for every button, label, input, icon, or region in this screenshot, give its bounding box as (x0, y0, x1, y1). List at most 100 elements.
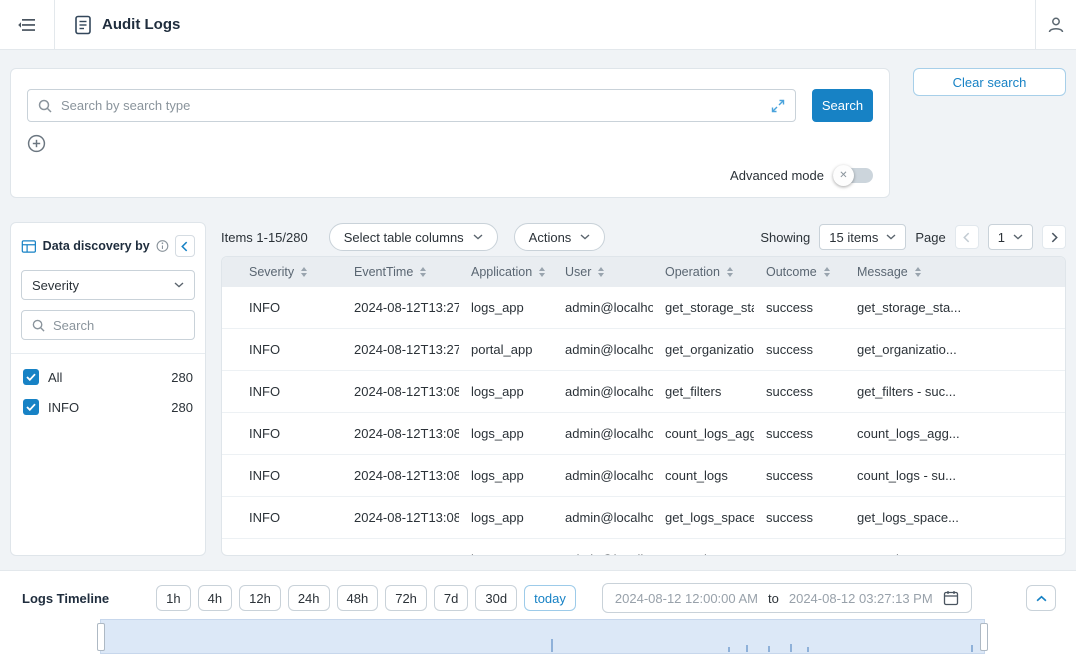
date-range-picker[interactable]: 2024-08-12 12:00:00 AM to 2024-08-12 03:… (602, 583, 972, 613)
table-row[interactable]: INFO2024-08-12T13:08:...logs_appadmin@lo… (222, 371, 1065, 413)
timeline-histogram-bar (746, 645, 748, 652)
column-header-severity[interactable]: Severity (222, 257, 342, 287)
filter-search-wrapper (21, 310, 195, 340)
filter-list: All 280 INFO 280 (11, 353, 205, 422)
filter-count: 280 (171, 370, 193, 385)
filter-item-all[interactable]: All 280 (23, 362, 193, 392)
brush-handle-right[interactable] (980, 623, 988, 651)
chevron-down-icon (886, 234, 896, 240)
range-7d-button[interactable]: 7d (434, 585, 468, 611)
table-header-row: Severity EventTime Application User Oper… (222, 257, 1065, 287)
toggle-off-icon: ✕ (833, 165, 854, 186)
table-row[interactable]: INFO2024-08-12T13:27:...logs_appadmin@lo… (222, 287, 1065, 329)
column-header-outcome[interactable]: Outcome (754, 257, 845, 287)
range-today-button[interactable]: today (524, 585, 576, 611)
user-menu-button[interactable] (1035, 0, 1076, 49)
sort-icon (420, 267, 426, 277)
sort-icon (539, 267, 545, 277)
page-select[interactable]: 1 (988, 224, 1033, 250)
table-row[interactable]: INFO2024-08-12T13:08:...logs_appadmin@lo… (222, 497, 1065, 539)
date-to: 2024-08-12 03:27:13 PM (789, 591, 933, 606)
column-header-message[interactable]: Message (845, 257, 1065, 287)
data-discovery-panel: Data discovery by Severity (10, 222, 206, 556)
chevron-left-icon (181, 241, 188, 252)
audit-logs-icon (75, 15, 92, 35)
column-header-eventtime[interactable]: EventTime (342, 257, 459, 287)
table-row[interactable]: INFO2024-08-12T13:27:...portal_appadmin@… (222, 329, 1065, 371)
timeline-histogram-bar (768, 646, 770, 652)
filter-label: All (48, 370, 62, 385)
range-24h-button[interactable]: 24h (288, 585, 330, 611)
table-row[interactable]: INFO2024-08-12T13:08:...logs_appadmin@lo… (222, 539, 1065, 557)
chevron-up-icon (1036, 595, 1047, 602)
sort-icon (824, 267, 830, 277)
timeline-histogram-bar (728, 647, 730, 652)
menu-collapse-icon (18, 18, 36, 32)
data-discovery-header: Data discovery by (21, 235, 195, 257)
range-12h-button[interactable]: 12h (239, 585, 281, 611)
select-columns-button[interactable]: Select table columns (329, 223, 498, 251)
collapse-timeline-button[interactable] (1026, 585, 1056, 611)
collapse-panel-button[interactable] (175, 235, 195, 257)
calendar-icon (943, 590, 959, 606)
search-button[interactable]: Search (812, 89, 873, 122)
table-row[interactable]: INFO2024-08-12T13:08:...logs_appadmin@lo… (222, 455, 1065, 497)
select-columns-label: Select table columns (344, 230, 464, 245)
advanced-mode-toggle[interactable]: ✕ (833, 168, 873, 183)
audit-logs-table-card: Severity EventTime Application User Oper… (221, 256, 1066, 556)
page-size-value: 15 items (829, 230, 878, 245)
main-content: Data discovery by Severity (10, 222, 1066, 556)
data-discovery-icon (21, 238, 37, 255)
checkbox-checked-icon[interactable] (23, 399, 39, 415)
actions-label: Actions (529, 230, 572, 245)
expand-search-button[interactable] (771, 99, 785, 113)
table-row[interactable]: INFO2024-08-12T13:08:...logs_appadmin@lo… (222, 413, 1065, 455)
page-size-select[interactable]: 15 items (819, 224, 906, 250)
filter-label: INFO (48, 400, 79, 415)
sort-icon (915, 267, 921, 277)
timeline-title: Logs Timeline (22, 591, 109, 606)
date-from: 2024-08-12 12:00:00 AM (615, 591, 758, 606)
brush-handle-left[interactable] (97, 623, 105, 651)
search-icon (32, 319, 45, 332)
filter-search-input[interactable] (53, 318, 184, 333)
discovery-field-select[interactable]: Severity (21, 270, 195, 300)
audit-logs-table: Severity EventTime Application User Oper… (222, 257, 1065, 556)
actions-button[interactable]: Actions (514, 223, 606, 251)
sidebar-toggle-button[interactable] (0, 0, 55, 49)
column-header-application[interactable]: Application (459, 257, 553, 287)
items-summary: Items 1-15/280 (221, 230, 308, 245)
next-page-button[interactable] (1042, 225, 1066, 249)
search-input-wrapper (27, 89, 796, 122)
column-header-operation[interactable]: Operation (653, 257, 754, 287)
top-bar: Audit Logs (0, 0, 1076, 50)
sort-icon (727, 267, 733, 277)
filter-item-info[interactable]: INFO 280 (23, 392, 193, 422)
timeline-brush (0, 619, 1076, 659)
column-header-user[interactable]: User (553, 257, 653, 287)
search-section: Search Advanced mode ✕ Clear search (10, 68, 1066, 198)
prev-page-button[interactable] (955, 225, 979, 249)
add-search-criteria-button[interactable] (27, 134, 46, 153)
range-72h-button[interactable]: 72h (385, 585, 427, 611)
chevron-down-icon (1013, 234, 1023, 240)
search-input[interactable] (61, 98, 762, 113)
range-48h-button[interactable]: 48h (337, 585, 379, 611)
range-4h-button[interactable]: 4h (198, 585, 232, 611)
info-icon[interactable] (156, 239, 169, 253)
checkbox-checked-icon[interactable] (23, 369, 39, 385)
date-to-label: to (768, 591, 779, 606)
page-title: Audit Logs (102, 16, 180, 33)
advanced-mode-label: Advanced mode (730, 168, 824, 183)
user-icon (1046, 15, 1066, 35)
range-30d-button[interactable]: 30d (475, 585, 517, 611)
showing-label: Showing (760, 230, 810, 245)
timeline-selected-range[interactable] (100, 619, 985, 654)
clear-search-button[interactable]: Clear search (913, 68, 1066, 96)
plus-circle-icon (27, 134, 46, 153)
sort-icon (301, 267, 307, 277)
discovery-field-value: Severity (32, 278, 79, 293)
sort-icon (598, 267, 604, 277)
range-1h-button[interactable]: 1h (156, 585, 190, 611)
advanced-mode-control: Advanced mode ✕ (730, 168, 873, 183)
